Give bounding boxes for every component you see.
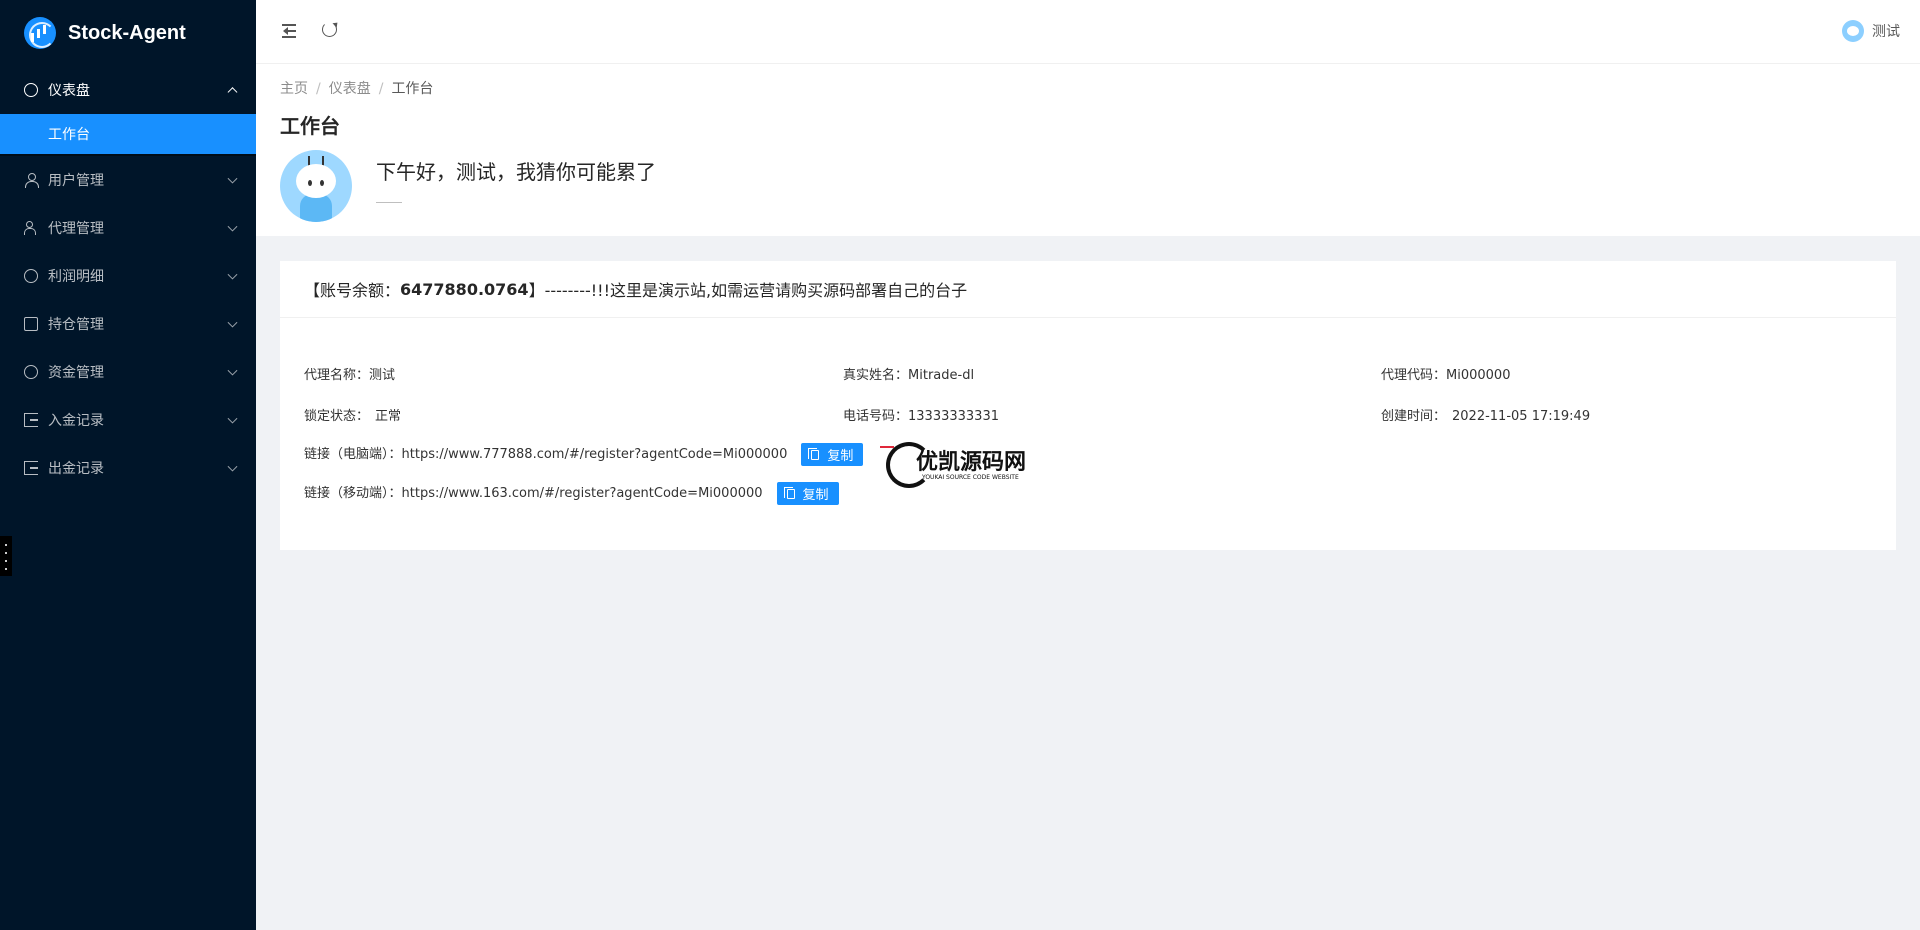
deposit-icon: [24, 413, 38, 427]
real-name-label: 真实姓名：: [843, 368, 909, 383]
mobile-link-row: 链接（移动端）：https://www.163.com/#/register?a…: [304, 482, 839, 505]
chevron-down-icon: [227, 173, 238, 184]
real-name-row: 真实姓名：Mitrade-dl: [843, 364, 974, 383]
phone-value: 13333333331: [908, 409, 999, 424]
profit-icon: [24, 269, 38, 283]
sidebar-item-positions[interactable]: 持仓管理: [0, 300, 256, 348]
top-header: 测试: [256, 0, 1920, 64]
chevron-down-icon: [227, 317, 238, 328]
sidebar-item-label: 用户管理: [48, 173, 104, 189]
copy-mobile-link-button[interactable]: 复制: [776, 482, 839, 505]
sidebar-item-deposits[interactable]: 入金记录: [0, 396, 256, 444]
copy-pc-link-button[interactable]: 复制: [801, 443, 864, 466]
breadcrumb-home[interactable]: 主页: [280, 81, 308, 97]
user-name: 测试: [1872, 24, 1900, 40]
user-menu[interactable]: 测试: [1842, 20, 1900, 42]
agent-name-row: 代理名称：测试: [304, 364, 395, 383]
notice-prefix: 【账号余额：: [304, 281, 401, 300]
real-name-value: Mitrade-dl: [908, 368, 975, 383]
sidebar-item-dashboard[interactable]: 仪表盘: [0, 66, 256, 114]
chevron-down-icon: [227, 461, 238, 472]
account-balance: 6477880.0764: [400, 279, 529, 299]
sidebar-item-label: 持仓管理: [48, 317, 104, 333]
avatar: [1842, 20, 1864, 42]
chevron-down-icon: [227, 365, 238, 376]
phone-label: 电话号码：: [843, 409, 909, 424]
greeting-text: 下午好，测试，我猜你可能累了: [376, 160, 656, 184]
withdraw-icon: [24, 461, 38, 475]
copy-icon: [808, 447, 820, 460]
agent-name-value: 测试: [369, 368, 396, 383]
sidebar-item-funds[interactable]: 资金管理: [0, 348, 256, 396]
pc-link-row: 链接（电脑端）：https://www.777888.com/#/registe…: [304, 443, 864, 466]
created-row: 创建时间： 2022-11-05 17:19:49: [1381, 405, 1590, 424]
sidebar-item-label: 代理管理: [48, 221, 104, 237]
watermark-logo: 优凯源码网 YOUKAI SOURCE CODE WEBSITE: [880, 436, 1040, 496]
sidebar-item-withdrawals[interactable]: 出金记录: [0, 444, 256, 492]
agent-code-row: 代理代码：Mi000000: [1381, 364, 1510, 383]
user-avatar-large: [280, 150, 352, 222]
team-icon: [24, 221, 38, 235]
logo[interactable]: Stock-Agent: [0, 0, 256, 66]
reload-icon[interactable]: [322, 22, 337, 37]
side-drawer-handle[interactable]: [0, 536, 12, 576]
watermark-text: 优凯源码网: [916, 450, 1027, 475]
lock-status-row: 锁定状态： 正常: [304, 405, 401, 424]
chevron-down-icon: [227, 413, 238, 424]
sidebar-item-label: 利润明细: [48, 269, 104, 285]
chevron-down-icon: [227, 221, 238, 232]
chevron-down-icon: [227, 269, 238, 280]
greeting-divider: [376, 202, 402, 203]
balance-notice: 【账号余额： 6477880.0764 】--------!!!这里是演示站,如需运…: [280, 261, 1896, 318]
agent-name-label: 代理名称：: [304, 368, 370, 383]
pc-link-label: 链接（电脑端）：: [304, 447, 402, 462]
sidebar-item-users[interactable]: 用户管理: [0, 156, 256, 204]
pc-link-value[interactable]: https://www.777888.com/#/register?agentC…: [402, 447, 788, 462]
sidebar-item-label: 资金管理: [48, 365, 104, 381]
copy-icon: [783, 486, 795, 499]
phone-row: 电话号码：13333333331: [843, 405, 999, 424]
sidebar-item-label: 出金记录: [48, 461, 104, 477]
lock-status-label: 锁定状态：: [304, 409, 370, 424]
logo-icon: [24, 17, 56, 49]
created-label: 创建时间：: [1381, 409, 1447, 424]
breadcrumb-current: 工作台: [391, 81, 434, 97]
sidebar: Stock-Agent 仪表盘 工作台 用户管理 代理管理 利润明细 持仓管理 …: [0, 0, 256, 930]
notice-suffix: 】--------!!!这里是演示站,如需运营请购买源码部署自己的台子: [528, 281, 968, 300]
page-title: 工作台: [280, 114, 340, 138]
fund-icon: [24, 365, 38, 379]
dashboard-icon: [24, 83, 38, 97]
copy-button-label: 复制: [802, 488, 829, 503]
breadcrumb: 主页 / 仪表盘 / 工作台: [280, 81, 434, 97]
breadcrumb-dashboard[interactable]: 仪表盘: [329, 81, 371, 97]
sidebar-item-profit[interactable]: 利润明细: [0, 252, 256, 300]
sidebar-item-workbench[interactable]: 工作台: [0, 114, 256, 154]
agent-info-card: 【账号余额： 6477880.0764 】--------!!!这里是演示站,如需运…: [280, 261, 1896, 550]
user-icon: [24, 173, 39, 188]
page-header: 主页 / 仪表盘 / 工作台 工作台 下午好，测试，我猜你可能累了: [256, 64, 1920, 236]
watermark-subtext: YOUKAI SOURCE CODE WEBSITE: [922, 474, 1019, 481]
position-icon: [24, 317, 38, 331]
app-title: Stock-Agent: [68, 21, 186, 44]
agent-code-label: 代理代码：: [1381, 368, 1447, 383]
sidebar-item-label: 仪表盘: [48, 83, 90, 99]
chevron-up-icon: [227, 87, 238, 98]
submenu-dashboard: 工作台: [0, 114, 256, 156]
mobile-link-label: 链接（移动端）：: [304, 486, 402, 501]
lock-status-value: 正常: [375, 409, 402, 424]
sidebar-item-agents[interactable]: 代理管理: [0, 204, 256, 252]
copy-button-label: 复制: [827, 449, 854, 464]
created-value: 2022-11-05 17:19:49: [1452, 409, 1591, 424]
menu-fold-icon[interactable]: [278, 24, 296, 38]
mobile-link-value[interactable]: https://www.163.com/#/register?agentCode…: [402, 486, 763, 501]
agent-code-value: Mi000000: [1446, 368, 1511, 383]
sidebar-item-label: 入金记录: [48, 413, 104, 429]
